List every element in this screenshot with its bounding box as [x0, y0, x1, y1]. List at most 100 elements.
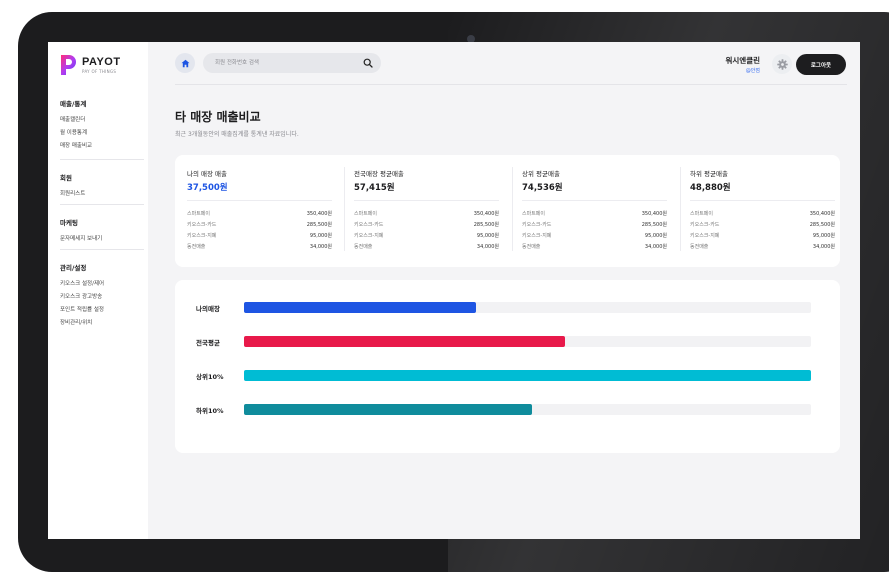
stat-value: 37,500원	[187, 183, 228, 193]
bar-track	[244, 404, 811, 415]
breakdown-amount: 95,000원	[309, 233, 332, 239]
payot-logo-icon	[61, 55, 76, 75]
bar-fill	[244, 336, 565, 347]
stat-column: 나의 매장 매출 37,500원 스마트페이 350,400원 키오스크-카드 285,5…	[177, 155, 332, 267]
search-input[interactable]	[215, 53, 355, 73]
sidebar-item-store-compare[interactable]: 매장 매출비교	[60, 141, 144, 149]
breakdown-label: 키오스크-지폐	[187, 233, 217, 239]
nav-head-sales: 매출/통계	[60, 100, 87, 108]
gear-icon	[776, 58, 788, 70]
bar-fill	[244, 302, 476, 313]
stat-divider	[187, 200, 332, 201]
breakdown-label: 스마트페이	[354, 211, 378, 217]
stat-label: 하위 평균매출	[690, 170, 728, 178]
home-button[interactable]	[175, 53, 195, 73]
sidebar-item-kiosk-control[interactable]: 키오스크 설정/제어	[60, 279, 144, 287]
stat-label: 전국매장 평균매출	[354, 170, 404, 178]
breakdown-label: 키오스크-카드	[187, 222, 217, 228]
sidebar-item-send-sms[interactable]: 문자메세지 보내기	[60, 234, 144, 242]
bar-track	[244, 336, 811, 347]
comparison-chart-card: 나의매장전국평균상위10% 하위10%	[175, 280, 840, 453]
nav-section-members: 회원 회원리스트	[60, 172, 144, 202]
sidebar-item-equipment[interactable]: 장비관리/위치	[60, 318, 144, 326]
bar-label: 나의매장	[196, 305, 220, 313]
stat-breakdown-row: 키오스크-지폐 95,000원	[354, 232, 499, 241]
nav-divider	[60, 159, 144, 160]
breakdown-label: 동전매출	[354, 244, 373, 250]
page-title: 타 매장 매출비교	[175, 110, 261, 124]
breakdown-amount: 95,000원	[476, 233, 499, 239]
page-subtitle: 최근 3개월동안의 매출집계를 통계낸 자료입니다.	[175, 131, 299, 138]
nav-head-settings: 관리/설정	[60, 264, 87, 272]
breakdown-label: 동전매출	[187, 244, 206, 250]
stat-breakdown-row: 동전매출 34,000원	[354, 243, 499, 252]
breakdown-label: 키오스크-카드	[354, 222, 384, 228]
bar-track	[244, 302, 811, 313]
stat-separator	[344, 167, 345, 251]
bar-track	[244, 370, 811, 381]
stat-separator	[512, 167, 513, 251]
bar-label: 하위10%	[196, 407, 224, 415]
stat-column: 전국매장 평균매출 57,415원 스마트페이 350,400원 키오스크-카드 285,…	[344, 155, 499, 267]
stat-breakdown-row: 키오스크-카드 285,500원	[522, 221, 667, 230]
stat-breakdown-row: 키오스크-카드 285,500원	[354, 221, 499, 230]
nav-head-members: 회원	[60, 174, 72, 182]
breakdown-amount: 285,500원	[473, 222, 499, 228]
breakdown-amount: 34,000원	[812, 244, 835, 250]
home-icon	[181, 59, 189, 67]
app-screen: PAYOT PAY OF THINGS 매출/통계 매출캘린더 월 이용통계 매…	[48, 42, 860, 539]
breakdown-amount: 285,500원	[641, 222, 667, 228]
breakdown-amount: 350,400원	[473, 211, 499, 217]
breakdown-label: 스마트페이	[522, 211, 546, 217]
user-branch: @안점	[745, 68, 760, 74]
breakdown-amount: 95,000원	[812, 233, 835, 239]
breakdown-amount: 34,000원	[309, 244, 332, 250]
sidebar-item-sales-calendar[interactable]: 매출캘린더	[60, 115, 144, 123]
nav-section-settings: 관리/설정 키오스크 설정/제어 키오스크 광고방송 포인트 적립률 설정 장비…	[60, 262, 144, 331]
nav-head-marketing: 마케팅	[60, 219, 78, 227]
topbar: 워시엔클린 @안점 로그아웃	[148, 42, 860, 84]
brand-name: PAYOT	[82, 55, 121, 68]
breakdown-amount: 285,500원	[809, 222, 835, 228]
stat-separator	[680, 167, 681, 251]
stat-divider	[690, 200, 835, 201]
search-icon[interactable]	[363, 58, 373, 68]
sidebar-item-member-list[interactable]: 회원리스트	[60, 189, 144, 197]
bar-label: 전국평균	[196, 339, 220, 347]
breakdown-amount: 285,500원	[306, 222, 332, 228]
stat-divider	[354, 200, 499, 201]
breakdown-label: 스마트페이	[690, 211, 714, 217]
stat-breakdown-row: 동전매출 34,000원	[690, 243, 835, 252]
breakdown-amount: 350,400원	[306, 211, 332, 217]
nav-divider	[60, 249, 144, 250]
search-box	[203, 53, 381, 73]
breakdown-amount: 350,400원	[641, 211, 667, 217]
breakdown-amount: 34,000원	[644, 244, 667, 250]
sidebar: PAYOT PAY OF THINGS 매출/통계 매출캘린더 월 이용통계 매…	[48, 42, 148, 539]
stat-breakdown-row: 스마트페이 350,400원	[522, 210, 667, 219]
stat-breakdown-row: 키오스크-지폐 95,000원	[187, 232, 332, 241]
settings-button[interactable]	[772, 54, 792, 74]
stat-column: 하위 평균매출 48,880원스마트페이 350,400원키오스크-카드 285,50…	[680, 155, 835, 267]
stat-value: 74,536원	[522, 183, 563, 193]
sidebar-item-kiosk-ads[interactable]: 키오스크 광고방송	[60, 292, 144, 300]
stat-breakdown-row: 동전매출 34,000원	[522, 243, 667, 252]
stat-value: 48,880원	[690, 183, 731, 193]
bar-label: 상위10%	[196, 373, 224, 381]
stat-breakdown-row: 키오스크-카드 285,500원	[187, 221, 332, 230]
stat-breakdown-row: 스마트페이 350,400원	[187, 210, 332, 219]
sidebar-item-monthly-stats[interactable]: 월 이용통계	[60, 128, 144, 136]
logout-button[interactable]: 로그아웃	[796, 54, 846, 75]
breakdown-label: 키오스크-카드	[522, 222, 552, 228]
brand-tagline: PAY OF THINGS	[82, 68, 117, 74]
breakdown-label: 스마트페이	[187, 211, 211, 217]
stat-column: 상위 평균매출 74,536원스마트페이 350,400원키오스크-카드 285,50…	[512, 155, 667, 267]
brand-logo[interactable]: PAYOT PAY OF THINGS	[60, 54, 121, 76]
nav-divider	[60, 204, 144, 205]
breakdown-amount: 350,400원	[809, 211, 835, 217]
stat-label: 상위 평균매출	[522, 170, 560, 178]
stat-breakdown-row: 키오스크-카드 285,500원	[690, 221, 835, 230]
user-name: 워시엔클린	[725, 56, 761, 65]
nav-section-sales: 매출/통계 매출캘린더 월 이용통계 매장 매출비교	[60, 98, 144, 154]
sidebar-item-point-rate[interactable]: 포인트 적립률 설정	[60, 305, 144, 313]
